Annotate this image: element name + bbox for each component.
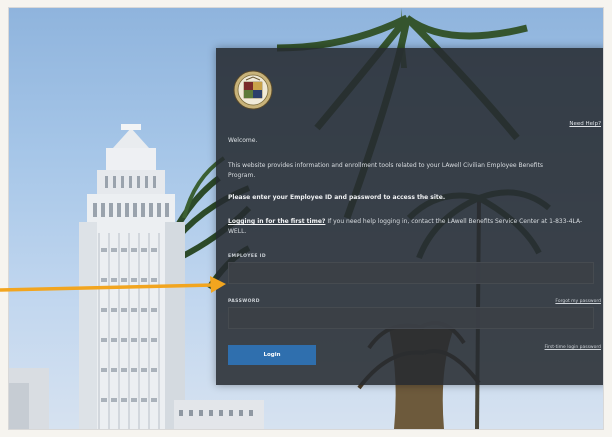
pointer-arrow-icon [0, 276, 226, 293]
